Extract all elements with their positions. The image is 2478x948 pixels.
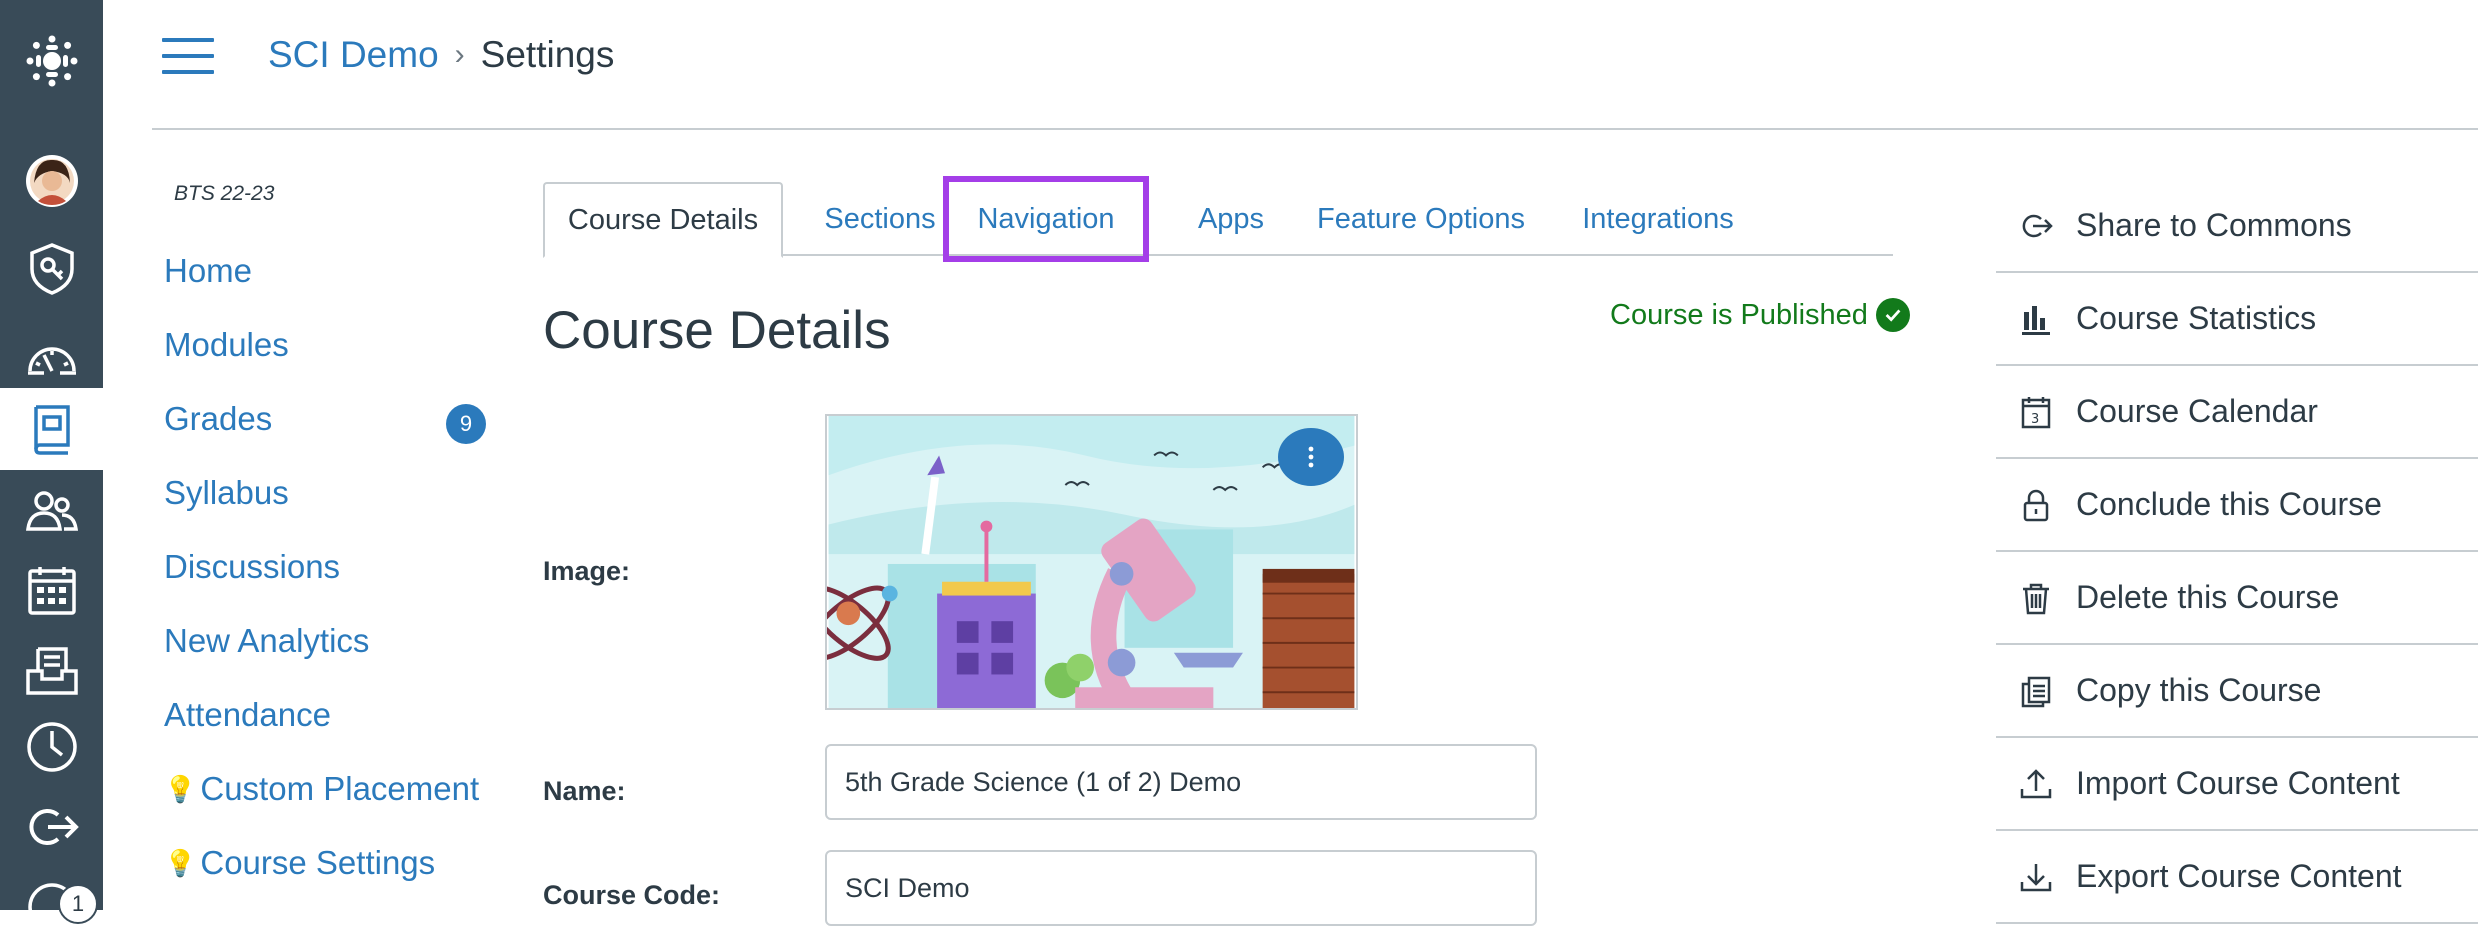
course-nav-course-settings[interactable]: 💡 Course Settings <box>164 844 435 882</box>
breadcrumb: SCI Demo › Settings <box>268 34 614 76</box>
course-code-label: Course Code: <box>543 880 721 910</box>
lightbulb-icon: 💡 <box>164 847 197 878</box>
canvas-logo-icon[interactable] <box>0 20 103 102</box>
commons-icon[interactable] <box>0 786 103 868</box>
course-name-input[interactable]: 5th Grade Science (1 of 2) Demo <box>825 744 1537 820</box>
copy-icon <box>2016 671 2056 711</box>
inbox-icon[interactable] <box>0 630 103 712</box>
tab-sections[interactable]: Sections <box>795 182 965 256</box>
breadcrumb-course-link[interactable]: SCI Demo <box>268 34 439 76</box>
tab-integrations[interactable]: Integrations <box>1553 182 1763 256</box>
avatar-icon[interactable] <box>0 140 103 222</box>
tab-feature-options[interactable]: Feature Options <box>1303 182 1539 256</box>
courses-icon[interactable] <box>0 388 103 470</box>
breadcrumb-current: Settings <box>480 34 615 75</box>
course-statistics-button[interactable]: Course Statistics <box>1996 273 2478 366</box>
course-calendar-button[interactable]: 3 Course Calendar <box>1996 366 2478 459</box>
course-nav-discussions[interactable]: Discussions <box>164 548 340 586</box>
share-icon <box>2016 206 2056 246</box>
page-header: SCI Demo › Settings <box>152 0 2478 130</box>
menu-toggle-button[interactable] <box>162 38 214 78</box>
name-label: Name: <box>543 776 626 806</box>
course-nav-new-analytics[interactable]: New Analytics <box>164 622 369 660</box>
tab-course-details[interactable]: Course Details <box>543 182 783 258</box>
course-nav-home[interactable]: Home <box>164 252 252 290</box>
import-content-button[interactable]: Import Course Content <box>1996 738 2478 831</box>
svg-text:3: 3 <box>2031 412 2039 427</box>
course-nav-custom-placement[interactable]: 💡 Custom Placement <box>164 770 479 808</box>
lock-icon <box>2016 485 2056 525</box>
groups-icon[interactable] <box>0 470 103 552</box>
history-icon[interactable] <box>0 706 103 788</box>
upload-icon <box>2016 764 2056 804</box>
bar-chart-icon <box>2016 299 2056 339</box>
share-to-commons-button[interactable]: Share to Commons <box>1996 180 2478 273</box>
conclude-course-button[interactable]: Conclude this Course <box>1996 459 2478 552</box>
page-title: Course Details <box>543 301 891 360</box>
delete-course-button[interactable]: Delete this Course <box>1996 552 2478 645</box>
breadcrumb-separator: › <box>454 38 465 71</box>
calendar-icon[interactable] <box>0 550 103 632</box>
admin-shield-icon[interactable] <box>0 228 103 310</box>
trash-icon <box>2016 578 2056 618</box>
copy-course-button[interactable]: Copy this Course <box>1996 645 2478 738</box>
term-label: BTS 22-23 <box>174 182 275 205</box>
calendar-small-icon: 3 <box>2016 392 2056 432</box>
publish-status: Course is Published <box>1610 298 1910 332</box>
download-icon <box>2016 857 2056 897</box>
image-options-button[interactable] <box>1278 428 1344 486</box>
help-badge: 1 <box>58 884 98 924</box>
tab-apps[interactable]: Apps <box>1169 182 1293 256</box>
check-circle-icon <box>1875 298 1910 332</box>
course-code-input[interactable]: SCI Demo <box>825 850 1537 926</box>
course-nav-attendance[interactable]: Attendance <box>164 696 331 734</box>
course-nav-modules[interactable]: Modules <box>164 326 289 364</box>
course-nav-label: Course Settings <box>200 844 436 881</box>
tab-navigation[interactable]: Navigation <box>943 176 1149 262</box>
image-label: Image: <box>543 556 631 586</box>
course-nav-grades[interactable]: Grades <box>164 400 272 438</box>
kebab-icon <box>1308 446 1314 468</box>
dashboard-icon[interactable] <box>0 316 103 398</box>
global-navigation: 1 <box>0 0 103 931</box>
publish-status-text: Course is Published <box>1610 298 1868 331</box>
export-content-button[interactable]: Export Course Content <box>1996 831 2478 924</box>
course-nav-label: Custom Placement <box>200 770 480 807</box>
lightbulb-icon: 💡 <box>164 773 197 804</box>
settings-tabs: Course Details Sections Navigation Apps … <box>543 176 1893 262</box>
grades-count-badge: 9 <box>446 404 486 444</box>
course-nav-syllabus[interactable]: Syllabus <box>164 474 289 512</box>
